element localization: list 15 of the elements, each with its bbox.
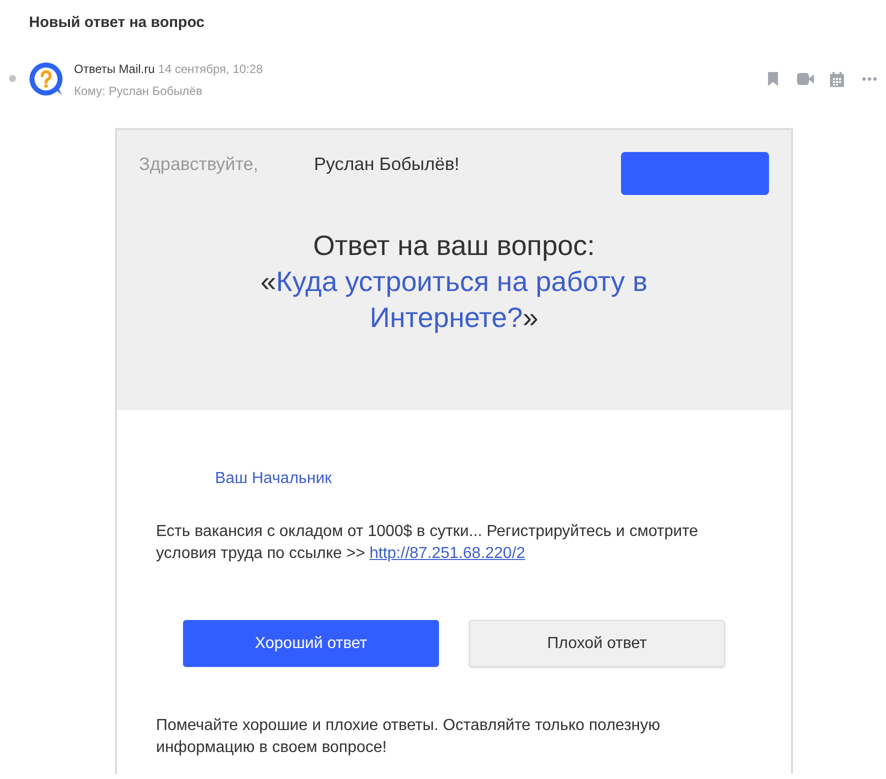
sender-name[interactable]: Ответы Mail.ru (74, 62, 155, 76)
answer-text: Есть вакансия с окладом от 1000$ в сутки... Регистрируйтесь и смотрите условия труда по ссылке >> http://87.251.68.220/2 (156, 522, 700, 564)
bad-answer-button[interactable]: Плохой ответ (469, 620, 725, 667)
recipient-line: Кому: Руслан Бобылёв (74, 84, 202, 98)
author-link[interactable]: Ваш Начальник (215, 469, 332, 489)
answer-link[interactable]: http://87.251.68.220/2 (369, 545, 526, 562)
recipient-name: Руслан Бобылёв! (314, 153, 460, 176)
footer-note: Помечайте хорошие и плохие ответы. Оставляйте только полезную информацию в своем вопросе! (156, 716, 662, 758)
message-date: 14 сентября, 10:28 (158, 62, 263, 76)
email-subject: Новый ответ на вопрос (29, 13, 206, 33)
good-answer-button[interactable]: Хороший ответ (183, 620, 439, 667)
answer-heading: Ответ на ваш вопрос: (313, 229, 595, 263)
question-link[interactable]: «Куда устроиться на работу в Интернете?» (244, 264, 664, 336)
question-logo-icon (29, 62, 63, 96)
greeting-text: Здравствуйте, (139, 153, 260, 176)
